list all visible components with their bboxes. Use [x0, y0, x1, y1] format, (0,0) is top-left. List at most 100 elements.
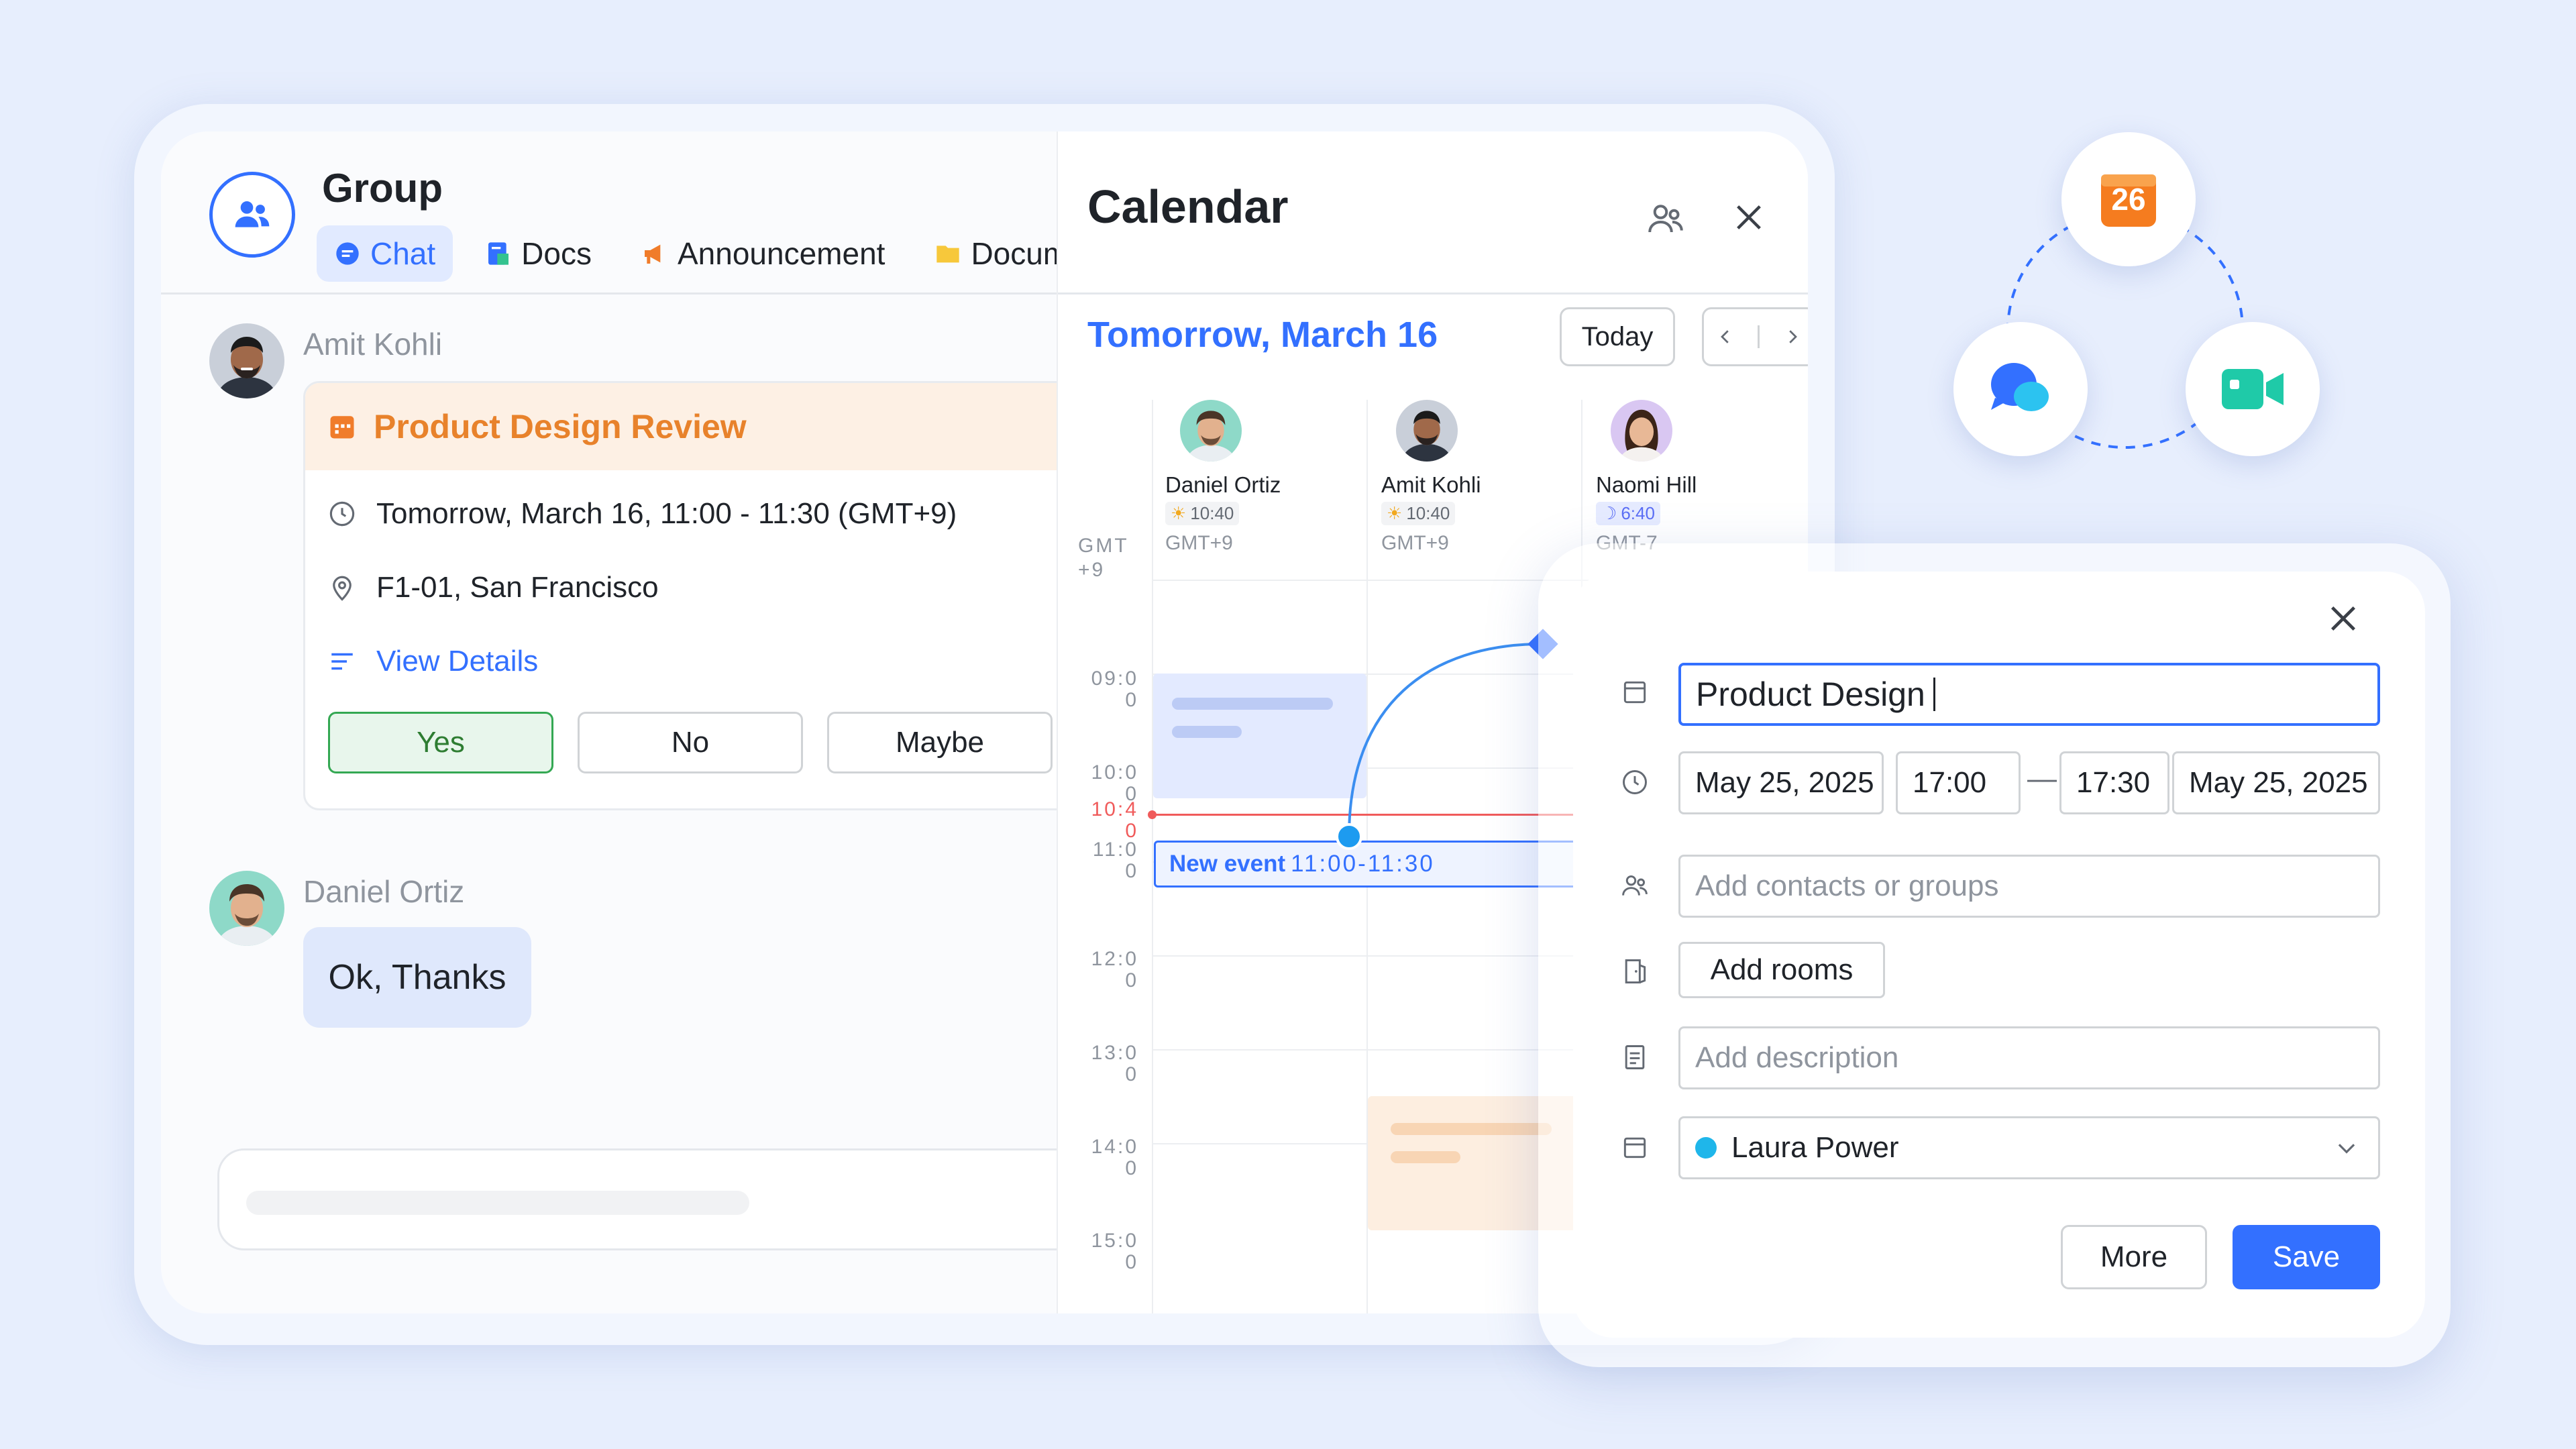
messenger-app-node[interactable] [1953, 322, 2088, 456]
attendee-column[interactable]: Naomi Hill ☽6:40 GMT-7 [1596, 400, 1797, 555]
new-event-label: New event [1169, 851, 1286, 877]
rsvp-no-button[interactable]: No [578, 712, 803, 773]
location-pin-icon [333, 576, 352, 601]
timezone-line: +9 [1078, 559, 1106, 581]
tab-label: Docs [521, 236, 592, 271]
attendee-column[interactable]: Daniel Ortiz ☀ 10:40 GMT+9 [1165, 400, 1366, 555]
timezone-line: GMT [1078, 535, 1129, 557]
person-avatar-icon [1180, 400, 1242, 462]
input-placeholder-bar [246, 1191, 749, 1215]
group-title: Group [322, 166, 443, 211]
group-avatar[interactable] [209, 172, 295, 258]
block-line [1172, 698, 1333, 710]
calendar-event-icon [330, 416, 354, 439]
hour-label-line: 12:0 [1091, 948, 1138, 970]
tab-announcement[interactable]: Announcement [624, 225, 902, 282]
end-date-field[interactable]: May 25, 2025 [2172, 751, 2380, 814]
hour-label: 13:0 0 [1078, 1042, 1138, 1085]
today-button[interactable]: Today [1560, 307, 1675, 366]
person-avatar-icon [209, 871, 284, 946]
chevron-left-icon[interactable] [1715, 327, 1735, 347]
hour-label-line: 15:0 [1091, 1230, 1138, 1252]
local-time: 10:40 [1406, 503, 1450, 523]
event-location: F1-01, San Francisco [376, 571, 659, 604]
add-rooms-button[interactable]: Add rooms [1678, 942, 1885, 998]
close-icon[interactable] [2324, 600, 2362, 637]
video-meeting-app-icon [2222, 369, 2284, 409]
timezone-label: GMT +9 [1078, 534, 1129, 582]
sender-name: Amit Kohli [303, 327, 443, 362]
local-time-badge: ☀ 10:40 [1165, 502, 1240, 525]
new-event-time: 11:00-11:30 [1291, 851, 1435, 877]
event-time: Tomorrow, March 16, 11:00 - 11:30 (GMT+9… [376, 497, 957, 530]
hour-label-line: 14:0 [1091, 1136, 1138, 1158]
more-button[interactable]: More [2061, 1225, 2207, 1289]
message-input[interactable] [217, 1148, 1089, 1250]
clock-icon [329, 501, 355, 527]
time-separator: — [2027, 762, 2057, 795]
event-title-value: Product Design [1696, 676, 1925, 713]
close-icon[interactable] [1730, 199, 1768, 236]
view-details-link[interactable]: View Details [328, 645, 538, 678]
event-card[interactable]: Product Design Review Tomorrow, March 16… [303, 381, 1108, 810]
tab-chat[interactable]: Chat [317, 225, 453, 282]
message-bubble: Ok, Thanks [303, 927, 531, 1028]
chat-panel: Group Chat Docs Announcement Docum Amit … [161, 131, 1108, 1313]
chevron-right-icon[interactable] [1782, 327, 1803, 347]
attendee-column[interactable]: Amit Kohli ☀ 10:40 GMT+9 [1381, 400, 1582, 555]
details-list-icon [331, 653, 353, 670]
calendar-title: Calendar [1087, 180, 1289, 233]
current-time-dot [1148, 810, 1157, 819]
sun-icon: ☀ [1387, 503, 1403, 523]
drag-connector [1336, 629, 1558, 850]
event-title-input[interactable]: Product Design [1678, 663, 2380, 726]
end-time-field[interactable]: 17:30 [2059, 751, 2169, 814]
tab-docs[interactable]: Docs [468, 225, 609, 282]
rsvp-yes-button[interactable]: Yes [328, 712, 553, 773]
hour-label-line: 09:0 [1091, 667, 1138, 690]
description-icon [1625, 1045, 1645, 1069]
tab-label: Announcement [677, 236, 885, 271]
person-avatar-icon [1396, 400, 1458, 462]
start-date-field[interactable]: May 25, 2025 [1678, 751, 1884, 814]
attendee-timezone: GMT+9 [1381, 532, 1449, 554]
description-input[interactable]: Add description [1678, 1026, 2380, 1089]
folder-icon [936, 246, 960, 263]
avatar-daniel-ortiz[interactable] [209, 871, 284, 946]
grid-column-line [1152, 400, 1153, 1313]
hour-label-line: 0 [1125, 1251, 1138, 1273]
attendee-name: Daniel Ortiz [1165, 472, 1281, 497]
calendar-select[interactable]: Laura Power [1678, 1116, 2380, 1179]
participants-icon[interactable] [1646, 199, 1686, 239]
guests-input[interactable]: Add contacts or groups [1678, 855, 2380, 918]
messenger-app-icon [1991, 363, 2049, 411]
event-title: Product Design Review [374, 408, 747, 445]
docs-icon [488, 242, 509, 265]
start-time-field[interactable]: 17:00 [1896, 751, 2021, 814]
moon-icon: ☽ [1601, 503, 1617, 523]
calendar-header-divider [1058, 292, 1808, 294]
hour-label-line: 0 [1125, 689, 1138, 711]
hour-label: 14:0 0 [1078, 1136, 1138, 1179]
save-button[interactable]: Save [2233, 1225, 2380, 1289]
calendar-app-node[interactable]: 26 [2061, 132, 2196, 266]
hour-label: 09:0 0 [1078, 668, 1138, 711]
block-line [1391, 1151, 1460, 1163]
local-time-badge: ☽ 6:40 [1596, 502, 1660, 525]
calendar-badge-number: 26 [2111, 182, 2146, 217]
connector-start-handle[interactable] [1336, 823, 1362, 850]
person-avatar-icon [1611, 400, 1672, 462]
event-location-row: F1-01, San Francisco [328, 571, 659, 604]
attendee-timezone: GMT+9 [1165, 532, 1233, 554]
rsvp-maybe-button[interactable]: Maybe [827, 712, 1053, 773]
block-line [1391, 1123, 1552, 1135]
event-card-header: Product Design Review [305, 383, 1106, 470]
avatar-amit-kohli[interactable] [209, 323, 284, 398]
announcement-icon [644, 244, 661, 264]
video-meeting-app-node[interactable] [2186, 322, 2320, 456]
chat-icon [336, 242, 359, 265]
text-cursor [1933, 678, 1935, 711]
hour-label-line: 13:0 [1091, 1042, 1138, 1064]
title-field-icon [1623, 681, 1646, 704]
local-time-badge: ☀ 10:40 [1381, 502, 1456, 525]
